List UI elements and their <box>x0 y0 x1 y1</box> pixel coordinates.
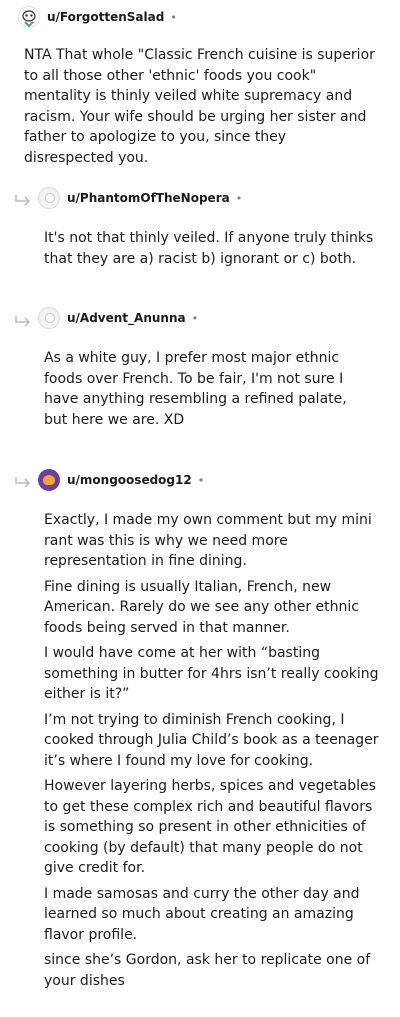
username[interactable]: u/mongoosedog12 <box>67 473 192 487</box>
comment-paragraph: I made samosas and curry the other day a… <box>44 885 360 943</box>
comment-body: It's not that thinly veiled. If anyone t… <box>44 228 374 274</box>
reply-arrow-icon <box>14 315 32 327</box>
comment-paragraph: As a white guy, I prefer most major ethn… <box>44 350 347 428</box>
avatar[interactable] <box>38 307 60 329</box>
comment-paragraph: However layering herbs, spices and veget… <box>44 778 376 876</box>
comment-paragraph: Fine dining is usually Italian, French, … <box>44 578 359 636</box>
username[interactable]: u/Advent_Anunna <box>67 311 186 325</box>
avatar[interactable] <box>38 187 60 209</box>
comment-paragraph: It's not that thinly veiled. If anyone t… <box>44 230 374 267</box>
comment-body: Exactly, I made my own comment but my mi… <box>44 510 380 996</box>
avatar[interactable] <box>18 6 40 28</box>
separator-dot: • <box>197 473 205 487</box>
comment-header: u/ForgottenSalad • <box>18 6 177 28</box>
username[interactable]: u/PhantomOfTheNopera <box>67 191 230 205</box>
comment-body: As a white guy, I prefer most major ethn… <box>44 348 374 435</box>
comment-paragraph: NTA That whole "Classic French cuisine i… <box>24 47 375 166</box>
comment-paragraph: I would have come at her with “basting s… <box>44 645 379 702</box>
comment-header: u/Advent_Anunna • <box>38 307 198 329</box>
username[interactable]: u/ForgottenSalad <box>47 10 164 24</box>
comment-header: u/mongoosedog12 • <box>38 469 204 491</box>
comment-paragraph: since she’s Gordon, ask her to replicate… <box>44 952 371 989</box>
comment-body: NTA That whole "Classic French cuisine i… <box>24 45 379 173</box>
separator-dot: • <box>170 10 177 24</box>
separator-dot: • <box>191 311 199 325</box>
reply-arrow-icon <box>14 194 32 206</box>
separator-dot: • <box>235 191 243 205</box>
comment-paragraph: Exactly, I made my own comment but my mi… <box>44 512 372 569</box>
comment-header: u/PhantomOfTheNopera • <box>38 187 242 209</box>
reply-arrow-icon <box>14 476 32 488</box>
comment-paragraph: I’m not trying to diminish French cookin… <box>44 711 379 769</box>
avatar[interactable] <box>38 469 60 491</box>
